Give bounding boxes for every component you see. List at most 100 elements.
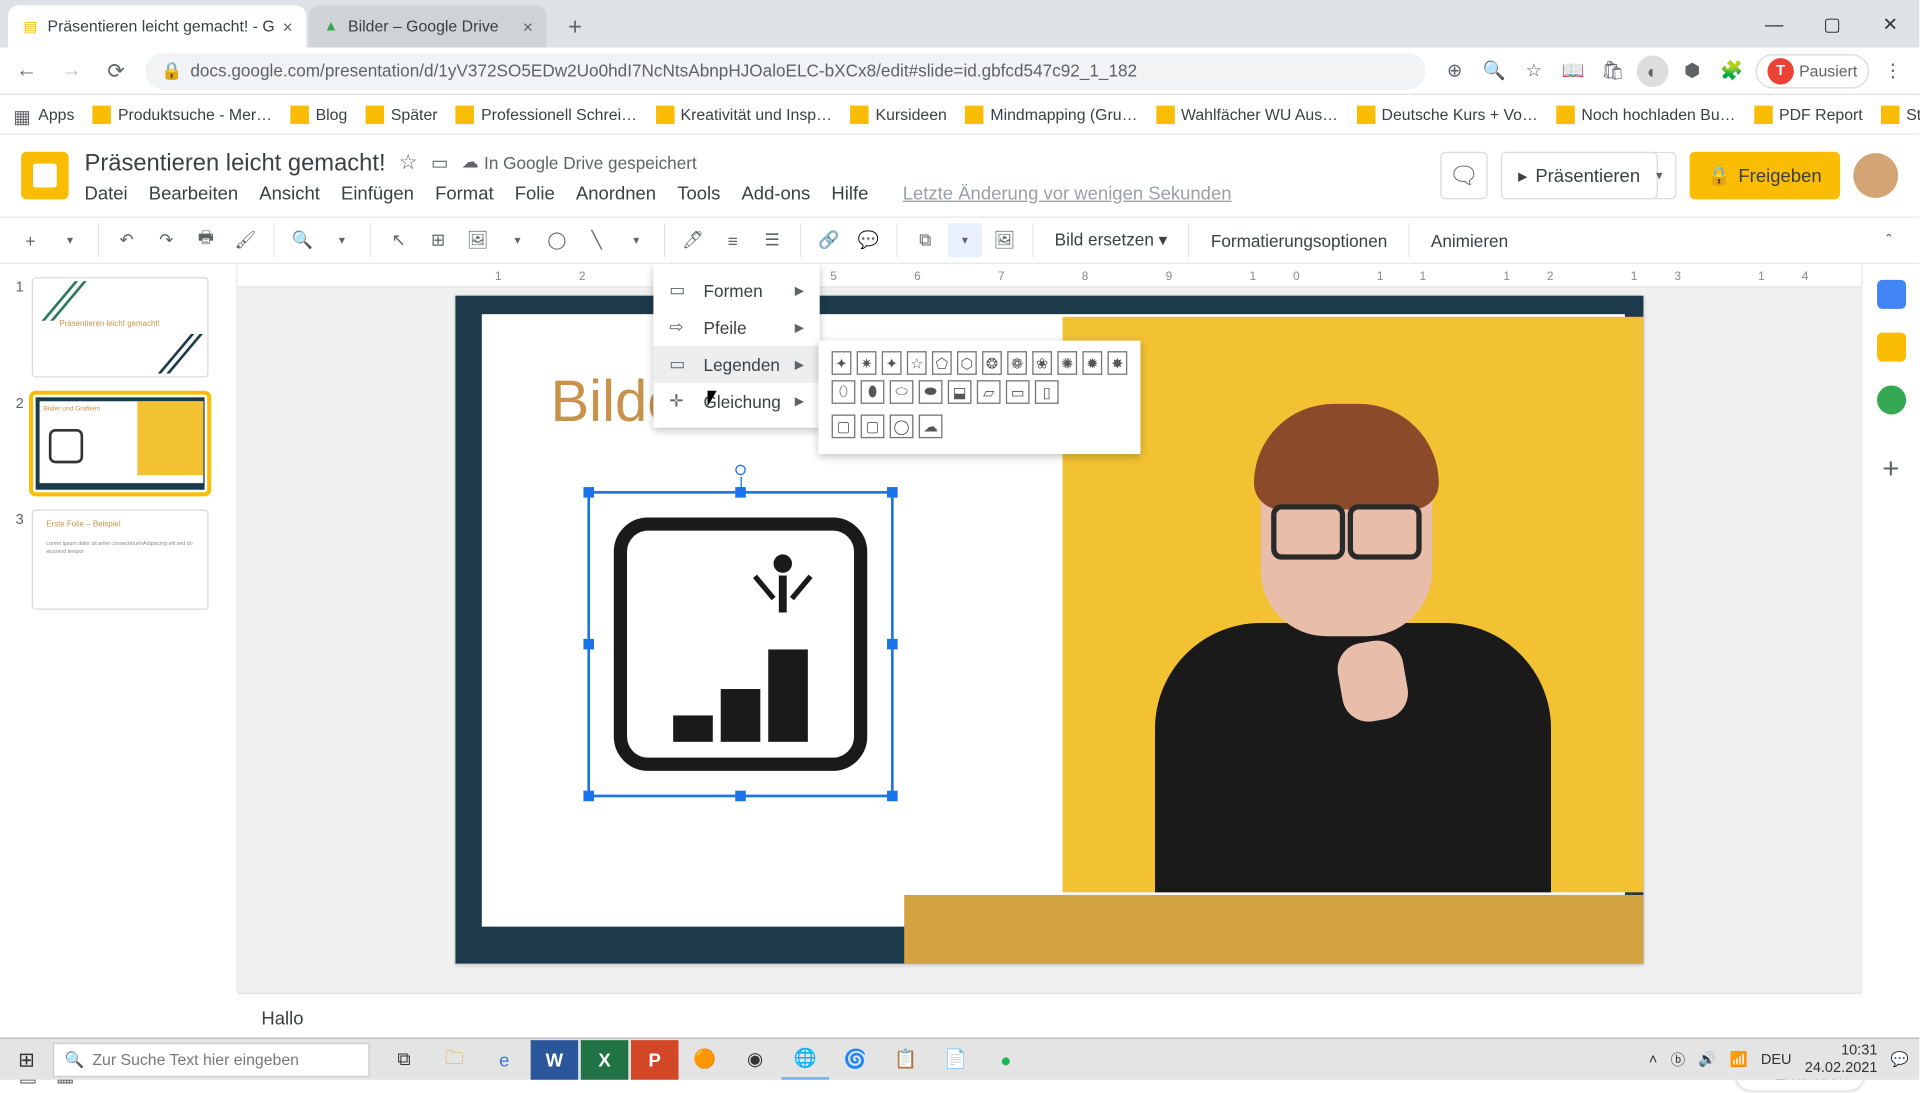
menu-insert[interactable]: Einfügen: [341, 182, 414, 203]
back-button[interactable]: ←: [11, 55, 43, 87]
bookmark-item[interactable]: Kursideen: [850, 105, 946, 123]
slide-canvas[interactable]: 1 2 3 4 5 6 7 8 9 10 11 12 13 14 15 16 1…: [238, 264, 1862, 993]
shape-option[interactable]: ▢: [861, 414, 885, 438]
edge-icon[interactable]: 🌀: [832, 1040, 880, 1080]
volume-icon[interactable]: 🔊: [1698, 1051, 1716, 1068]
undo-button[interactable]: ↶: [110, 223, 144, 257]
last-change-link[interactable]: Letzte Änderung vor wenigen Sekunden: [903, 182, 1232, 203]
bluetooth-icon[interactable]: ⓑ: [1671, 1049, 1686, 1070]
profile-paused[interactable]: T Pausiert: [1756, 53, 1870, 87]
shape-option[interactable]: ✺: [1057, 351, 1077, 375]
shape-option[interactable]: ▯: [1035, 380, 1059, 404]
shape-option[interactable]: ▭: [1006, 380, 1030, 404]
menu-file[interactable]: Datei: [84, 182, 127, 203]
shape-option[interactable]: ☆: [907, 351, 927, 375]
zoom-dropdown[interactable]: ▾: [325, 223, 359, 257]
shape-option[interactable]: ⬬: [919, 380, 943, 404]
powerpoint-icon[interactable]: P: [631, 1040, 679, 1080]
language-indicator[interactable]: DEU: [1761, 1051, 1792, 1067]
task-view-icon[interactable]: ⧉: [380, 1040, 428, 1080]
shape-option[interactable]: ⬡: [957, 351, 977, 375]
fill-color-button[interactable]: 🖊: [676, 223, 710, 257]
bookmark-item[interactable]: Steuern Lesen !!!!: [1881, 105, 1920, 123]
redo-button[interactable]: ↷: [149, 223, 183, 257]
zoom-icon[interactable]: 🔍: [1478, 55, 1510, 87]
animate-button[interactable]: Animieren: [1420, 230, 1518, 250]
extensions-button[interactable]: 🧩: [1716, 55, 1748, 87]
notifications-icon[interactable]: 💬: [1891, 1051, 1909, 1068]
share-button[interactable]: 🔒 Freigeben: [1689, 152, 1840, 200]
forward-button[interactable]: →: [55, 55, 87, 87]
textbox-tool[interactable]: ⊞: [421, 223, 455, 257]
bookmark-item[interactable]: PDF Report: [1754, 105, 1863, 123]
line-tool[interactable]: ╲: [579, 223, 613, 257]
selected-image[interactable]: [587, 491, 893, 797]
border-weight-button[interactable]: ☰: [755, 223, 789, 257]
calendar-icon[interactable]: [1876, 280, 1905, 309]
link-button[interactable]: 🔗: [812, 223, 846, 257]
reload-button[interactable]: ⟳: [100, 55, 132, 87]
star-icon[interactable]: ☆: [399, 149, 418, 175]
crop-button[interactable]: ⧉: [908, 223, 942, 257]
ext-icon[interactable]: 📖: [1558, 55, 1590, 87]
wifi-icon[interactable]: 📶: [1730, 1051, 1748, 1068]
menu-item-callouts[interactable]: ▭Legenden▶: [653, 346, 819, 383]
shape-option[interactable]: ▢: [832, 414, 856, 438]
new-slide-dropdown[interactable]: ▾: [53, 223, 87, 257]
print-button[interactable]: 🖶: [189, 223, 223, 257]
shape-option[interactable]: ⬭: [890, 380, 914, 404]
addons-plus-icon[interactable]: +: [1882, 451, 1899, 485]
close-icon[interactable]: ×: [283, 17, 293, 37]
shape-option[interactable]: ⬓: [948, 380, 972, 404]
present-button[interactable]: ▸ Präsentieren: [1501, 152, 1657, 200]
bookmark-apps[interactable]: Apps: [13, 105, 74, 123]
menu-addons[interactable]: Add-ons: [741, 182, 810, 203]
menu-item-equation[interactable]: ✛Gleichung▶: [653, 383, 819, 420]
bookmark-item[interactable]: Später: [366, 105, 438, 123]
bookmark-item[interactable]: Produktsuche - Mer…: [93, 105, 272, 123]
image-tool[interactable]: 🖼: [461, 223, 495, 257]
translate-icon[interactable]: ⊕: [1439, 55, 1471, 87]
shape-tool[interactable]: ◯: [540, 223, 574, 257]
slide-photo[interactable]: [1063, 317, 1644, 893]
select-tool[interactable]: ↖: [381, 223, 415, 257]
new-tab-button[interactable]: +: [557, 8, 594, 45]
shape-option[interactable]: ❁: [1007, 351, 1027, 375]
maximize-button[interactable]: ▢: [1803, 0, 1861, 48]
comment-button[interactable]: 💬: [851, 223, 885, 257]
menu-arrange[interactable]: Anordnen: [576, 182, 656, 203]
excel-icon[interactable]: X: [581, 1040, 629, 1080]
comments-button[interactable]: 🗨: [1440, 152, 1488, 200]
url-input[interactable]: 🔒 docs.google.com/presentation/d/1yV372S…: [145, 52, 1425, 89]
app-icon[interactable]: 📋: [882, 1040, 930, 1080]
bookmark-item[interactable]: Mindmapping (Gru…: [965, 105, 1137, 123]
format-options-button[interactable]: Formatierungsoptionen: [1200, 230, 1398, 250]
bookmark-item[interactable]: Professionell Schrei…: [456, 105, 637, 123]
shape-option[interactable]: ✦: [882, 351, 902, 375]
app-icon[interactable]: 🟠: [681, 1040, 729, 1080]
bookmark-item[interactable]: Kreativität und Insp…: [655, 105, 832, 123]
shape-option[interactable]: ☁: [919, 414, 943, 438]
border-color-button[interactable]: ≡: [715, 223, 749, 257]
shape-option[interactable]: ◯: [890, 414, 914, 438]
shape-option[interactable]: ❀: [1032, 351, 1052, 375]
close-icon[interactable]: ×: [523, 17, 533, 37]
close-window-button[interactable]: ✕: [1861, 0, 1919, 48]
notepad-icon[interactable]: 📄: [932, 1040, 980, 1080]
bookmark-item[interactable]: Deutsche Kurs + Vo…: [1356, 105, 1537, 123]
menu-item-shapes[interactable]: ▭Formen▶: [653, 272, 819, 309]
word-icon[interactable]: W: [531, 1040, 579, 1080]
tab-slides[interactable]: ▤ Präsentieren leicht gemacht! - G ×: [8, 5, 306, 47]
collapse-toolbar-button[interactable]: ˆ: [1872, 223, 1906, 257]
shape-option[interactable]: ❂: [982, 351, 1002, 375]
menu-tools[interactable]: Tools: [677, 182, 720, 203]
bookmark-item[interactable]: Noch hochladen Bu…: [1556, 105, 1735, 123]
chrome-icon[interactable]: 🌐: [781, 1040, 829, 1080]
shape-option[interactable]: ✷: [857, 351, 877, 375]
slide-thumb-1[interactable]: 1 Präsentieren leicht gemacht!: [11, 277, 226, 377]
move-icon[interactable]: ▭: [431, 151, 448, 173]
present-dropdown[interactable]: ▾: [1644, 152, 1676, 200]
tasks-icon[interactable]: [1876, 385, 1905, 414]
clock[interactable]: 10:3124.02.2021: [1805, 1043, 1878, 1075]
shape-option[interactable]: ▱: [977, 380, 1001, 404]
